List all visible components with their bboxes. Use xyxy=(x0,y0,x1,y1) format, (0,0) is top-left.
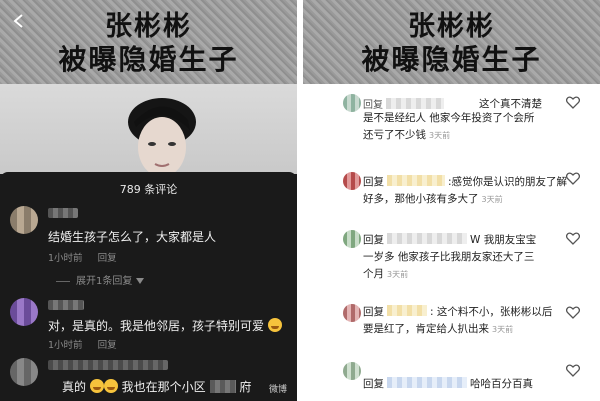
comment-time: 1小时前 xyxy=(48,253,83,264)
reply-line: 回复 : 这个料不小，张彬彬以后 xyxy=(363,304,573,321)
username-blurred xyxy=(387,305,427,316)
laughing-emoji-icon xyxy=(103,379,118,393)
banner-title-line2: 被曝隐婚生子 xyxy=(361,43,542,76)
username-blurred xyxy=(387,377,467,388)
reply-time: 3天前 xyxy=(481,195,503,204)
right-screenshot: 张彬彬 被曝隐婚生子 回复 这个真不清楚 是不是经纪人 他家今年投资了个会所 还… xyxy=(303,0,600,401)
video-frame[interactable] xyxy=(0,84,297,174)
avatar[interactable] xyxy=(343,230,361,248)
comment-text: 结婚生孩子怎么了，大家都是人 xyxy=(48,230,217,244)
reply-text: 回复 W 我朋友宝宝 一岁多 他家孩子比我朋友家还大了三 个月 3天前 xyxy=(363,232,573,283)
heart-outline-icon[interactable] xyxy=(566,364,580,377)
person-photo xyxy=(128,98,196,174)
comment-time: 1小时前 xyxy=(48,340,83,351)
reply-line-text: : 这个料不小，张彬彬以后 xyxy=(430,306,553,318)
avatar[interactable] xyxy=(343,362,361,380)
comment-text-suffix: 府 xyxy=(239,380,252,394)
caret-down-icon xyxy=(135,278,144,284)
title-banner: 张彬彬 被曝隐婚生子 xyxy=(0,0,297,84)
reply-line-text: W 我朋友宝宝 xyxy=(470,234,537,246)
reply-line: 一岁多 他家孩子比我朋友家还大了三 xyxy=(363,251,535,263)
reply-link[interactable]: 回复 xyxy=(98,253,117,264)
reply-line-last: 要是红了，肯定给人扒出来 3天前 xyxy=(363,321,573,338)
reply-header: 回复 xyxy=(363,96,447,111)
comment-text-middle: 我也在那个小区 xyxy=(121,380,206,394)
reply-line-last: 好多，那他小孩有多大了 3天前 xyxy=(363,191,573,208)
reply-text: 回复 :感觉你是认识的朋友了解 好多，那他小孩有多大了 3天前 xyxy=(363,174,573,208)
comment-text-prefix: 真的 xyxy=(62,380,87,394)
reply-line: 回复 W 我朋友宝宝 xyxy=(363,232,573,249)
weibo-watermark: 微博 xyxy=(268,385,287,395)
avatar[interactable] xyxy=(343,172,361,190)
expand-label: 展开1条回复 xyxy=(76,276,133,287)
comment-meta: 1小时前 回复 xyxy=(48,337,129,351)
comment-text: 对，是真的。我是他邻居，孩子特别可爱 xyxy=(48,317,282,334)
laughing-emoji-icon xyxy=(267,318,282,332)
reply-time: 3天前 xyxy=(387,270,409,279)
heart-outline-icon[interactable] xyxy=(566,172,580,185)
mosaic-redaction xyxy=(209,380,236,393)
reply-label: 回复 xyxy=(363,378,384,390)
laughing-emoji-icon xyxy=(89,379,104,393)
username-blurred xyxy=(48,300,84,310)
avatar[interactable] xyxy=(343,94,361,112)
reply-line-text: 要是红了，肯定给人扒出来 xyxy=(363,323,489,335)
comment-meta: 1小时前 回复 xyxy=(48,250,129,264)
avatar[interactable] xyxy=(10,206,38,234)
heart-outline-icon[interactable] xyxy=(566,232,580,245)
reply-line-text: 好多，那他小孩有多大了 xyxy=(363,193,479,205)
reply-line-last: 还亏了不少钱 3天前 xyxy=(363,127,563,144)
reply-time: 3天前 xyxy=(492,325,514,334)
heart-outline-icon[interactable] xyxy=(566,306,580,319)
reply-line-text: :感觉你是认识的朋友了解 xyxy=(448,176,568,188)
reply-line: 回复 :感觉你是认识的朋友了解 xyxy=(363,174,573,191)
username-blurred xyxy=(48,208,78,218)
reply-label: 回复 xyxy=(363,176,384,188)
avatar[interactable] xyxy=(10,358,38,386)
reply-line-text: 个月 xyxy=(363,268,384,280)
reply-text: 这个真不清楚 是不是经纪人 他家今年投资了个会所 还亏了不少钱 3天前 xyxy=(363,98,563,144)
comment-text-content: 对，是真的。我是他邻居，孩子特别可爱 xyxy=(48,319,265,333)
comments-sheet: 789 条评论 结婚生孩子怎么了，大家都是人 1小时前 回复 展开1条回复 对，… xyxy=(0,172,297,401)
username-blurred xyxy=(387,175,445,186)
reply-text: 回复 : 这个料不小，张彬彬以后 要是红了，肯定给人扒出来 3天前 xyxy=(363,304,573,338)
comment-count: 789 条评论 xyxy=(119,183,178,196)
comment-text: 真的 我也在那个小区 府 xyxy=(62,378,251,395)
reply-line: 回复 哈哈百分百真 xyxy=(363,376,573,393)
expand-replies[interactable]: 展开1条回复 xyxy=(56,272,144,287)
reply-line-last: 个月 3天前 xyxy=(363,266,573,283)
left-screenshot: 张彬彬 被曝隐婚生子 789 条评论 结婚生孩子怎么了，大家都是人 1小时前 回… xyxy=(0,0,297,401)
reply-line: 这个真不清楚 xyxy=(479,98,542,110)
avatar[interactable] xyxy=(10,298,38,326)
reply-line-text: 还亏了不少钱 xyxy=(363,129,426,141)
divider-line xyxy=(56,280,70,282)
username-blurred xyxy=(48,360,168,370)
banner-title-line2: 被曝隐婚生子 xyxy=(58,43,239,76)
reply-line-text: 哈哈百分百真 xyxy=(470,378,533,390)
reply-label: 回复 xyxy=(363,234,384,246)
heart-outline-icon[interactable] xyxy=(566,96,580,109)
avatar[interactable] xyxy=(343,304,361,322)
reply-time: 3天前 xyxy=(429,131,451,140)
username-blurred xyxy=(386,98,444,109)
title-banner: 张彬彬 被曝隐婚生子 xyxy=(303,0,600,84)
reply-label: 回复 xyxy=(363,306,384,318)
reply-link[interactable]: 回复 xyxy=(98,340,117,351)
reply-text: 回复 哈哈百分百真 xyxy=(363,376,573,393)
username-blurred xyxy=(387,233,467,244)
